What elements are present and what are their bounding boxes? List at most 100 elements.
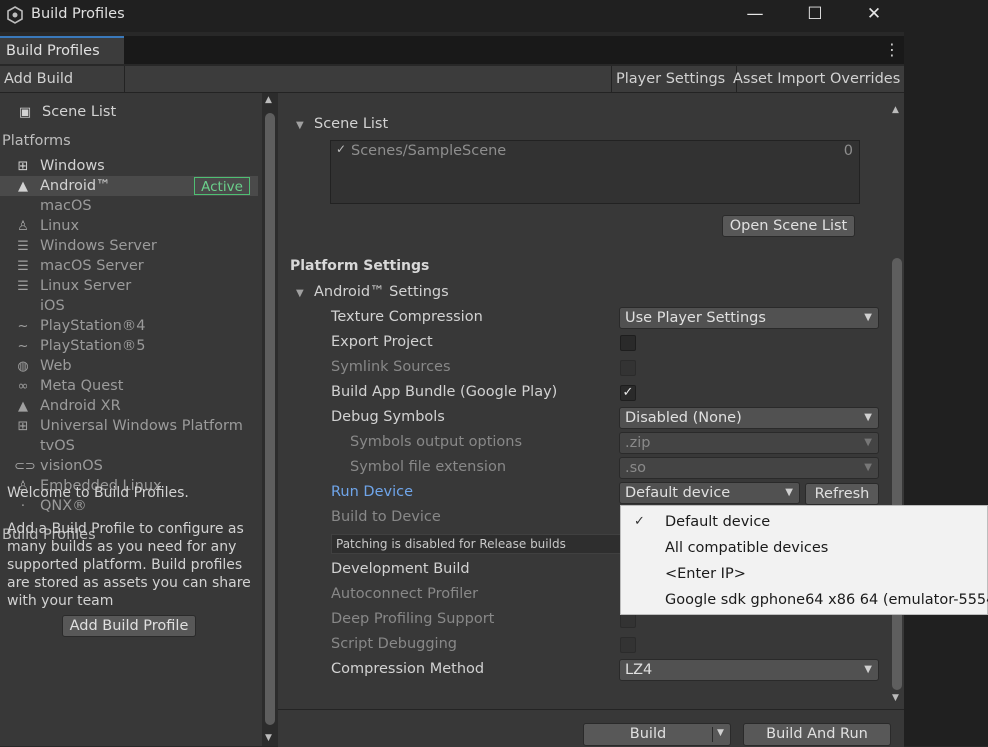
debug-symbols-dropdown[interactable]: Disabled (None) ▼: [619, 407, 879, 429]
sidebar-item-platform[interactable]: macOS: [14, 196, 92, 216]
tab-build-profiles[interactable]: Build Profiles: [0, 36, 124, 64]
build-to-device-label: Build to Device: [331, 509, 441, 525]
settings-scroll-thumb[interactable]: [892, 258, 902, 690]
platform-label: iOS: [40, 298, 65, 314]
android-icon: ▲: [18, 399, 28, 414]
compression-method-label: Compression Method: [331, 661, 485, 677]
title-bar: Build Profiles — ☐ ✕: [0, 0, 904, 32]
window-title: Build Profiles: [31, 6, 125, 22]
sidebar-scene-list[interactable]: ▣ Scene List: [16, 102, 116, 122]
sidebar-item-platform[interactable]: ▲ Android XR: [14, 396, 121, 416]
more-options-icon[interactable]: ⋮: [884, 40, 900, 59]
platform-label: Meta Quest: [40, 378, 124, 394]
asset-import-overrides-button[interactable]: Asset Import Overrides: [729, 66, 906, 92]
symlink-sources-checkbox: [620, 360, 636, 376]
sidebar-item-platform[interactable]: ~ PlayStation®4: [14, 316, 146, 336]
close-button[interactable]: ✕: [845, 0, 903, 30]
symbols-output-dropdown: .zip ▼: [619, 432, 879, 454]
compression-method-value: LZ4: [625, 662, 653, 678]
active-badge: Active: [194, 177, 250, 195]
symbols-output-value: .zip: [625, 435, 651, 451]
platform-label: macOS: [40, 198, 92, 214]
scene-enabled-checkbox[interactable]: ✓: [336, 142, 350, 156]
platform-label: Windows Server: [40, 238, 157, 254]
sidebar-item-platform[interactable]: ☰ macOS Server: [14, 256, 144, 276]
platform-label: Linux Server: [40, 278, 132, 294]
sidebar-item-platform[interactable]: ▲ Android™: [14, 176, 111, 196]
run-device-label: Run Device: [331, 484, 414, 500]
list-item[interactable]: ✓ Scenes/SampleScene 0: [333, 141, 857, 161]
platform-label: PlayStation®5: [40, 338, 146, 354]
scroll-down-icon[interactable]: ▼: [892, 693, 899, 703]
scene-name: Scenes/SampleScene: [351, 143, 507, 159]
build-button[interactable]: Build ▼: [583, 723, 731, 746]
export-project-checkbox[interactable]: [620, 335, 636, 351]
vision-icon: ⊂⊃: [14, 459, 36, 474]
scroll-up-icon[interactable]: ▲: [892, 105, 899, 115]
android-icon: ▲: [18, 179, 28, 194]
sidebar-item-platform[interactable]: ⊞ Windows: [14, 156, 105, 176]
sidebar-item-platform[interactable]: iOS: [14, 296, 65, 316]
settings-scrollbar[interactable]: ▲ ▼: [890, 93, 904, 709]
texture-compression-value: Use Player Settings: [625, 310, 766, 326]
sidebar-item-platform[interactable]: ☰ Linux Server: [14, 276, 131, 296]
scroll-down-icon[interactable]: ▼: [265, 733, 272, 743]
sidebar-scrollbar[interactable]: ▲ ▼: [262, 93, 278, 746]
platforms-heading: Platforms: [2, 133, 71, 149]
debug-symbols-label: Debug Symbols: [331, 409, 445, 425]
foldout-arrow-icon[interactable]: ▼: [296, 288, 304, 299]
scene-list-icon: ▣: [18, 105, 32, 120]
patching-note: Patching is disabled for Release builds: [331, 534, 631, 554]
sidebar-item-platform[interactable]: ∞ Meta Quest: [14, 376, 124, 396]
scene-list-heading: Scene List: [314, 116, 389, 132]
sidebar-item-platform[interactable]: ⊂⊃ visionOS: [14, 456, 103, 476]
open-scene-list-button[interactable]: Open Scene List: [722, 215, 855, 237]
maximize-button[interactable]: ☐: [786, 0, 844, 30]
platform-label: Android XR: [40, 398, 121, 414]
texture-compression-dropdown[interactable]: Use Player Settings ▼: [619, 307, 879, 329]
sidebar-item-platform[interactable]: ~ PlayStation®5: [14, 336, 146, 356]
welcome-title: Welcome to Build Profiles.: [7, 485, 189, 501]
sidebar-scroll-thumb[interactable]: [265, 113, 275, 725]
sidebar-item-platform[interactable]: ☰ Windows Server: [14, 236, 157, 256]
build-app-bundle-checkbox[interactable]: ✓: [620, 385, 636, 401]
sidebar-item-platform[interactable]: tvOS: [14, 436, 75, 456]
symbol-extension-dropdown: .so ▼: [619, 457, 879, 479]
minimize-button[interactable]: —: [726, 0, 784, 30]
build-app-bundle-label: Build App Bundle (Google Play): [331, 384, 558, 400]
sidebar-item-platform[interactable]: ◍ Web: [14, 356, 71, 376]
compression-method-dropdown[interactable]: LZ4 ▼: [619, 659, 879, 681]
chevron-down-icon: ▼: [785, 487, 793, 498]
add-build-profile-toolbar-button[interactable]: Add Build Profile: [0, 66, 125, 113]
foldout-arrow-icon[interactable]: ▼: [296, 120, 304, 131]
meta-icon: ∞: [17, 379, 29, 394]
platform-label: tvOS: [40, 438, 75, 454]
menu-item-default-device[interactable]: Default device: [665, 509, 770, 535]
platform-label: Linux: [40, 218, 80, 234]
scroll-up-icon[interactable]: ▲: [265, 95, 272, 105]
sidebar-item-platform[interactable]: ♙ Linux: [14, 216, 79, 236]
script-debugging-checkbox: [620, 637, 636, 653]
chevron-down-icon: ▼: [864, 462, 872, 473]
deep-profiling-label: Deep Profiling Support: [331, 611, 495, 627]
player-settings-button[interactable]: Player Settings: [611, 66, 737, 92]
menu-item-emulator-device[interactable]: Google sdk gphone64 x86 64 (emulator-555…: [665, 587, 988, 613]
run-device-dropdown[interactable]: Default device ▼: [619, 482, 800, 504]
platform-label: visionOS: [40, 458, 103, 474]
welcome-body: Add a Build Profile to configure as many…: [7, 521, 251, 609]
chevron-down-icon: ▼: [864, 312, 872, 323]
scene-index: 0: [843, 143, 853, 159]
build-options-chevron-icon[interactable]: ▼: [717, 728, 724, 738]
globe-icon: ◍: [17, 359, 29, 374]
add-build-profile-button[interactable]: Add Build Profile: [62, 615, 196, 637]
build-and-run-button[interactable]: Build And Run: [743, 723, 891, 746]
sidebar-item-platform[interactable]: ⊞ Universal Windows Platform: [14, 416, 243, 436]
server-icon: ☰: [17, 259, 29, 274]
menu-item-enter-ip[interactable]: <Enter IP>: [665, 561, 746, 587]
symlink-sources-label: Symlink Sources: [331, 359, 451, 375]
chevron-down-icon: ▼: [864, 437, 872, 448]
menu-item-all-compatible-devices[interactable]: All compatible devices: [665, 535, 828, 561]
refresh-button[interactable]: Refresh: [805, 483, 879, 505]
windows-icon: ⊞: [17, 419, 29, 434]
windows-icon: ⊞: [17, 159, 29, 174]
